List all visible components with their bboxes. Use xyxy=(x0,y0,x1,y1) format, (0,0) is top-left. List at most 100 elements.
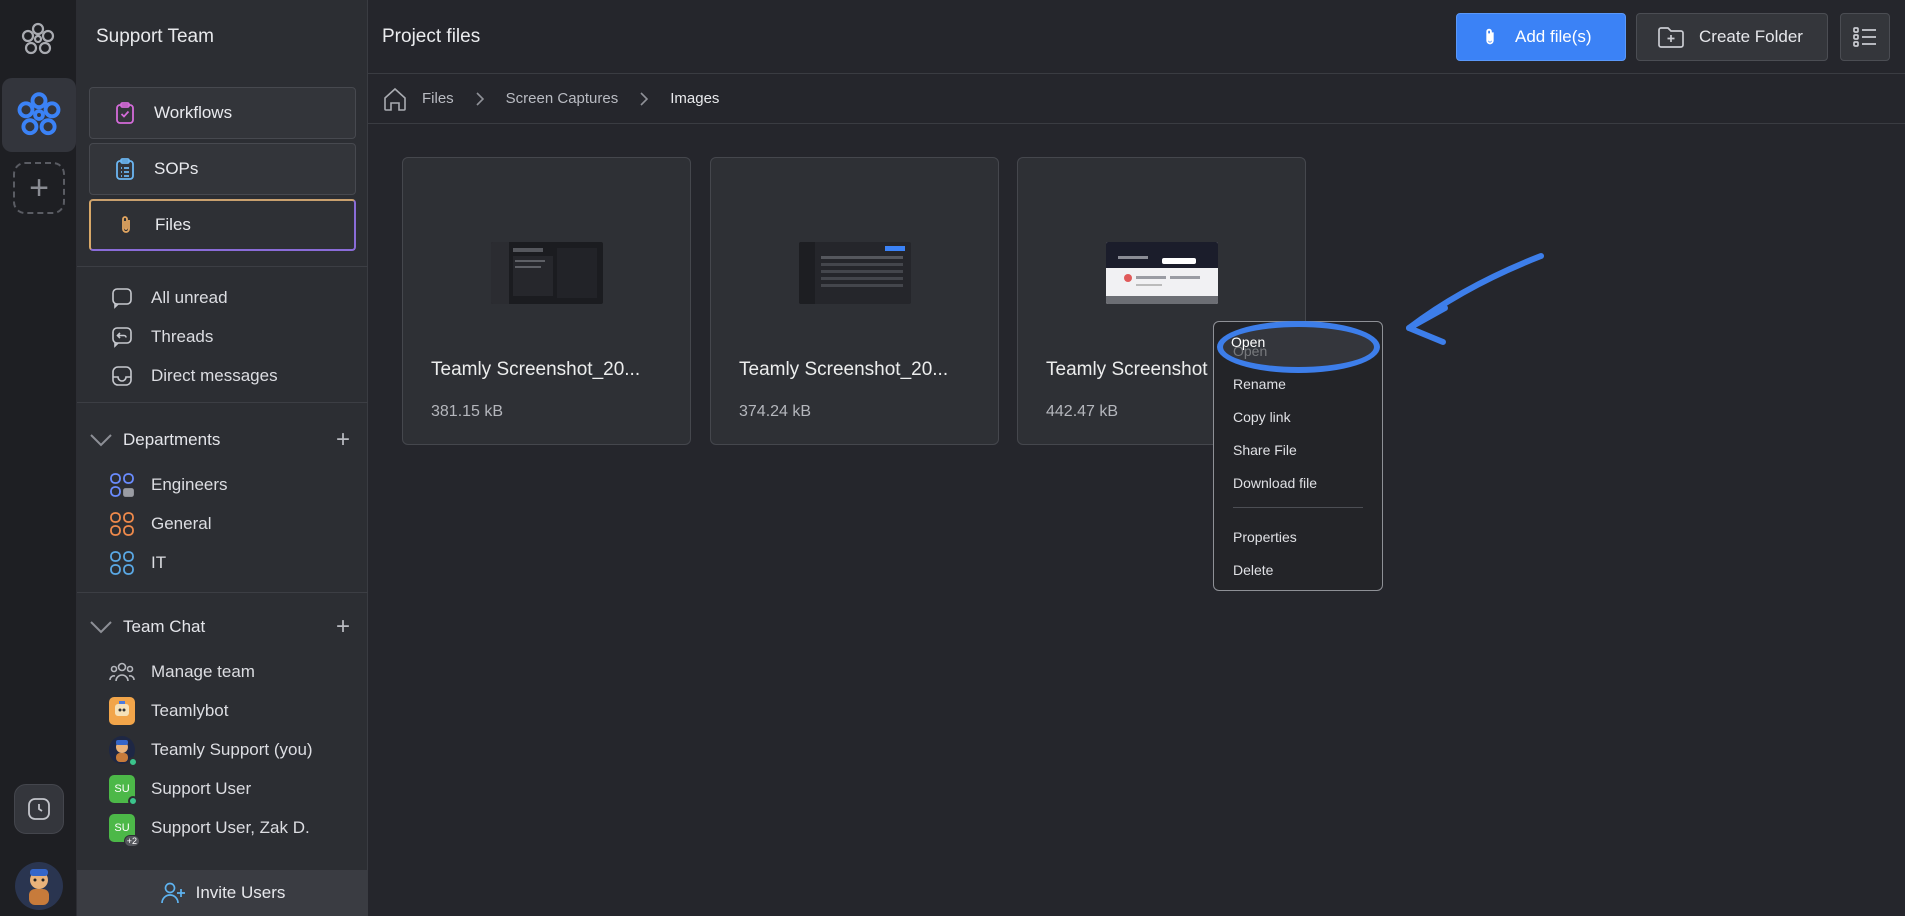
context-menu: Open Rename Copy link Share File Downloa… xyxy=(1213,321,1383,591)
add-department-button[interactable]: + xyxy=(336,426,350,454)
all-unread-item[interactable]: All unread xyxy=(77,278,368,317)
file-thumbnail xyxy=(1106,242,1218,304)
primary-nav: Workflows SOPs Files xyxy=(89,87,356,255)
file-card[interactable]: Teamly Screenshot_20... 381.15 kB xyxy=(402,157,691,445)
clock-button[interactable] xyxy=(14,784,64,834)
page-title: Project files xyxy=(382,26,481,47)
add-files-button[interactable]: Add file(s) xyxy=(1456,13,1626,61)
clipboard-list-icon xyxy=(112,156,138,182)
thread-icon xyxy=(109,324,135,350)
breadcrumb-files[interactable]: Files xyxy=(422,90,454,107)
inbox-icon xyxy=(109,363,135,389)
menu-item-rename[interactable]: Rename xyxy=(1214,367,1382,400)
chat-item-group[interactable]: SU +2 Support User, Zak D. xyxy=(77,808,368,847)
file-size: 381.15 kB xyxy=(431,403,504,420)
file-thumbnail xyxy=(799,242,911,304)
page-header: Project files Add file(s) Create Folder xyxy=(368,0,1905,74)
nav-sops[interactable]: SOPs xyxy=(89,143,356,195)
app-window: + Support Team Workflows SOPs Files All … xyxy=(0,0,1905,916)
view-toggle-button[interactable] xyxy=(1840,13,1890,61)
department-grid-icon xyxy=(109,511,135,537)
nav-label: Files xyxy=(155,215,191,234)
invite-label: Invite Users xyxy=(195,883,286,902)
nav-label: Workflows xyxy=(154,103,233,122)
item-label: IT xyxy=(151,552,167,572)
department-item[interactable]: General xyxy=(77,504,368,543)
file-size: 374.24 kB xyxy=(739,403,812,420)
plus-icon: + xyxy=(29,169,49,207)
department-item[interactable]: Engineers xyxy=(77,465,368,504)
breadcrumb: Files Screen Captures Images xyxy=(368,74,1905,124)
nav-files[interactable]: Files xyxy=(89,199,356,251)
add-chat-button[interactable]: + xyxy=(336,613,350,641)
item-label: Teamly Support (you) xyxy=(151,739,313,759)
divider xyxy=(77,592,368,593)
chat-item-support-user[interactable]: SU Support User xyxy=(77,769,368,808)
item-label: Support User xyxy=(151,778,252,798)
annotation-arrow-icon xyxy=(1406,253,1544,345)
file-name: Teamly Screenshot xyxy=(1046,359,1208,380)
file-thumbnail xyxy=(491,242,603,304)
message-list: All unread Threads Direct messages xyxy=(77,278,368,395)
chat-item-teamly-support[interactable]: Teamly Support (you) xyxy=(77,730,368,769)
support-user-avatar: SU xyxy=(109,774,138,806)
departments-header[interactable]: Departments + xyxy=(77,420,368,460)
member-count-badge: +2 xyxy=(123,834,140,847)
button-label: Add file(s) xyxy=(1515,27,1592,46)
team-chat-header[interactable]: Team Chat + xyxy=(77,607,368,647)
home-icon[interactable] xyxy=(382,86,408,112)
team-chat-list: Manage team Teamlybot Teamly Support (yo… xyxy=(77,652,368,847)
chevron-right-icon xyxy=(476,91,484,106)
folder-plus-icon xyxy=(1657,25,1685,49)
menu-item-download-file[interactable]: Download file xyxy=(1214,466,1382,499)
clock-icon xyxy=(28,798,50,820)
invite-users-button[interactable]: Invite Users xyxy=(77,870,368,916)
avatar-initials: SU xyxy=(114,821,130,834)
group-avatar: SU +2 xyxy=(109,813,140,847)
create-folder-button[interactable]: Create Folder xyxy=(1636,13,1828,61)
teamly-logo-icon[interactable] xyxy=(18,20,58,60)
menu-item-properties[interactable]: Properties xyxy=(1214,520,1382,553)
menu-item-copy-link[interactable]: Copy link xyxy=(1214,400,1382,433)
menu-item-delete[interactable]: Delete xyxy=(1214,553,1382,586)
online-status-dot xyxy=(128,795,138,806)
item-label: Direct messages xyxy=(151,365,278,385)
breadcrumb-screen-captures[interactable]: Screen Captures xyxy=(506,90,619,107)
section-title: Departments xyxy=(123,430,221,449)
team-icon xyxy=(109,659,135,685)
menu-item-open[interactable]: Open xyxy=(1214,334,1382,367)
chat-item-teamlybot[interactable]: Teamlybot xyxy=(77,691,368,730)
add-workspace-button[interactable]: + xyxy=(13,162,65,214)
departments-list: Engineers General IT xyxy=(77,465,368,582)
add-user-icon xyxy=(160,881,186,905)
item-label: General xyxy=(151,513,212,533)
workspace-support-team[interactable] xyxy=(2,78,76,152)
menu-item-share-file[interactable]: Share File xyxy=(1214,433,1382,466)
threads-item[interactable]: Threads xyxy=(77,317,368,356)
department-grid-icon xyxy=(109,472,135,498)
nav-workflows[interactable]: Workflows xyxy=(89,87,356,139)
chevron-down-icon xyxy=(89,620,117,634)
breadcrumb-images: Images xyxy=(670,90,720,107)
paperclip-icon xyxy=(1479,24,1501,50)
avatar-initials: SU xyxy=(114,782,130,795)
manage-team-item[interactable]: Manage team xyxy=(77,652,368,691)
file-name: Teamly Screenshot_20... xyxy=(739,359,949,380)
teamly-support-avatar xyxy=(109,735,138,767)
section-title: Team Chat xyxy=(123,617,206,636)
menu-separator xyxy=(1233,507,1363,508)
department-grid-icon xyxy=(109,550,135,576)
direct-messages-item[interactable]: Direct messages xyxy=(77,356,368,395)
item-label: Support User, Zak D. xyxy=(151,817,310,837)
button-label: Create Folder xyxy=(1699,27,1803,46)
item-label: Threads xyxy=(151,326,214,346)
item-label: Engineers xyxy=(151,474,228,494)
chevron-right-icon xyxy=(640,91,649,106)
user-avatar[interactable] xyxy=(15,862,63,910)
department-item[interactable]: IT xyxy=(77,543,368,582)
clipboard-check-icon xyxy=(112,100,138,126)
file-card[interactable]: Teamly Screenshot_20... 374.24 kB xyxy=(710,157,999,445)
item-label: All unread xyxy=(151,287,228,307)
online-status-dot xyxy=(128,756,138,767)
sidebar: Support Team Workflows SOPs Files All un… xyxy=(77,0,368,916)
